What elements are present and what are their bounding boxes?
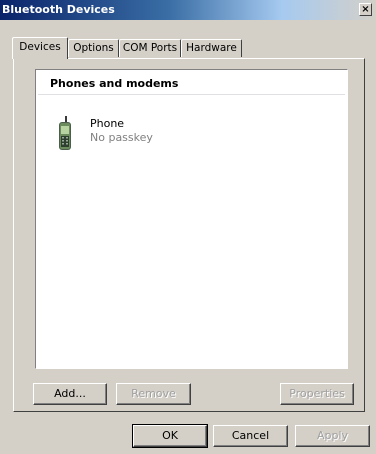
device-item-phone[interactable]: Phone No passkey xyxy=(56,116,206,156)
tab-label: Devices xyxy=(19,41,61,53)
tab-devices[interactable]: Devices xyxy=(12,37,68,59)
device-list[interactable]: Phones and modems Phone No passkey xyxy=(35,69,348,369)
properties-button[interactable]: Properties xyxy=(280,383,354,405)
title-bar[interactable]: Bluetooth Devices × xyxy=(0,0,376,20)
group-header-phones-and-modems: Phones and modems xyxy=(50,77,179,90)
device-name: Phone xyxy=(90,117,125,130)
tab-com-ports[interactable]: COM Ports xyxy=(119,39,181,57)
devices-tab-panel: Phones and modems Phone No passkey Add..… xyxy=(13,58,365,412)
add-button[interactable]: Add... xyxy=(33,383,107,405)
tab-label: Hardware xyxy=(186,42,237,54)
remove-button[interactable]: Remove xyxy=(116,383,191,405)
bluetooth-devices-dialog: Bluetooth Devices × Devices Options COM … xyxy=(0,0,376,454)
tab-label: COM Ports xyxy=(122,42,178,54)
window-title: Bluetooth Devices xyxy=(2,3,115,16)
mobile-phone-icon xyxy=(59,116,71,150)
device-status: No passkey xyxy=(90,131,153,144)
close-icon: × xyxy=(361,4,370,15)
cancel-button[interactable]: Cancel xyxy=(213,425,288,447)
tab-hardware[interactable]: Hardware xyxy=(181,39,242,57)
close-button[interactable]: × xyxy=(359,3,372,16)
group-divider xyxy=(38,94,345,95)
apply-button[interactable]: Apply xyxy=(295,425,370,447)
ok-button[interactable]: OK xyxy=(132,424,208,448)
tab-options[interactable]: Options xyxy=(68,39,119,57)
tab-label: Options xyxy=(73,42,114,54)
